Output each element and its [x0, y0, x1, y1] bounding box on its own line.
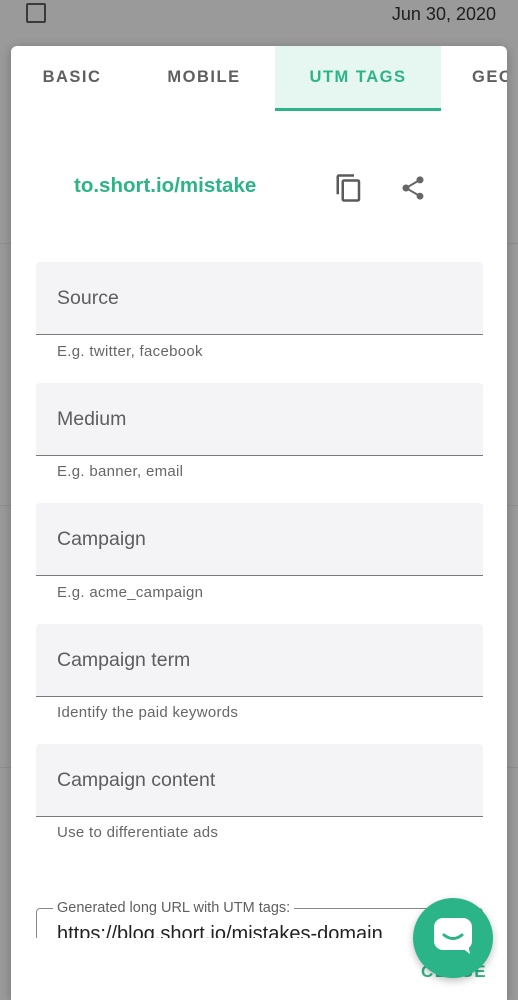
- campaign-field[interactable]: Campaign: [36, 503, 483, 576]
- campaign-content-label: Campaign content: [57, 769, 216, 791]
- short-url[interactable]: to.short.io/mistake: [74, 174, 256, 198]
- tab-basic[interactable]: BASIC: [11, 46, 133, 108]
- copy-icon[interactable]: [331, 170, 367, 206]
- campaign-term-field[interactable]: Campaign term: [36, 624, 483, 697]
- source-field[interactable]: Source: [36, 262, 483, 335]
- generated-url-label: Generated long URL with UTM tags:: [53, 900, 295, 916]
- campaign-hint: E.g. acme_campaign: [57, 584, 204, 601]
- campaign-term-label: Campaign term: [57, 649, 191, 671]
- tab-utm-tags[interactable]: UTM TAGS: [275, 46, 441, 111]
- medium-hint: E.g. banner, email: [57, 463, 184, 480]
- campaign-content-field[interactable]: Campaign content: [36, 744, 483, 817]
- row-checkbox[interactable]: [26, 3, 46, 23]
- row-date: Jun 30, 2020: [391, 4, 496, 24]
- share-icon[interactable]: [395, 170, 431, 206]
- chat-icon: [432, 916, 474, 961]
- source-hint: E.g. twitter, facebook: [57, 343, 203, 360]
- short-link-row: to.short.io/mistake: [11, 164, 507, 214]
- medium-field[interactable]: Medium: [36, 383, 483, 456]
- medium-label: Medium: [57, 408, 127, 430]
- source-label: Source: [57, 287, 119, 309]
- campaign-term-hint: Identify the paid keywords: [57, 704, 239, 721]
- link-edit-dialog: BASIC MOBILE UTM TAGS GEO to.short.io/mi…: [11, 46, 507, 1000]
- campaign-label: Campaign: [57, 528, 146, 550]
- campaign-content-hint: Use to differentiate ads: [57, 824, 219, 841]
- chat-launcher-button[interactable]: [413, 898, 493, 978]
- tab-geo[interactable]: GEO: [441, 46, 507, 108]
- tab-bar: BASIC MOBILE UTM TAGS GEO: [11, 46, 507, 111]
- tab-mobile[interactable]: MOBILE: [133, 46, 275, 108]
